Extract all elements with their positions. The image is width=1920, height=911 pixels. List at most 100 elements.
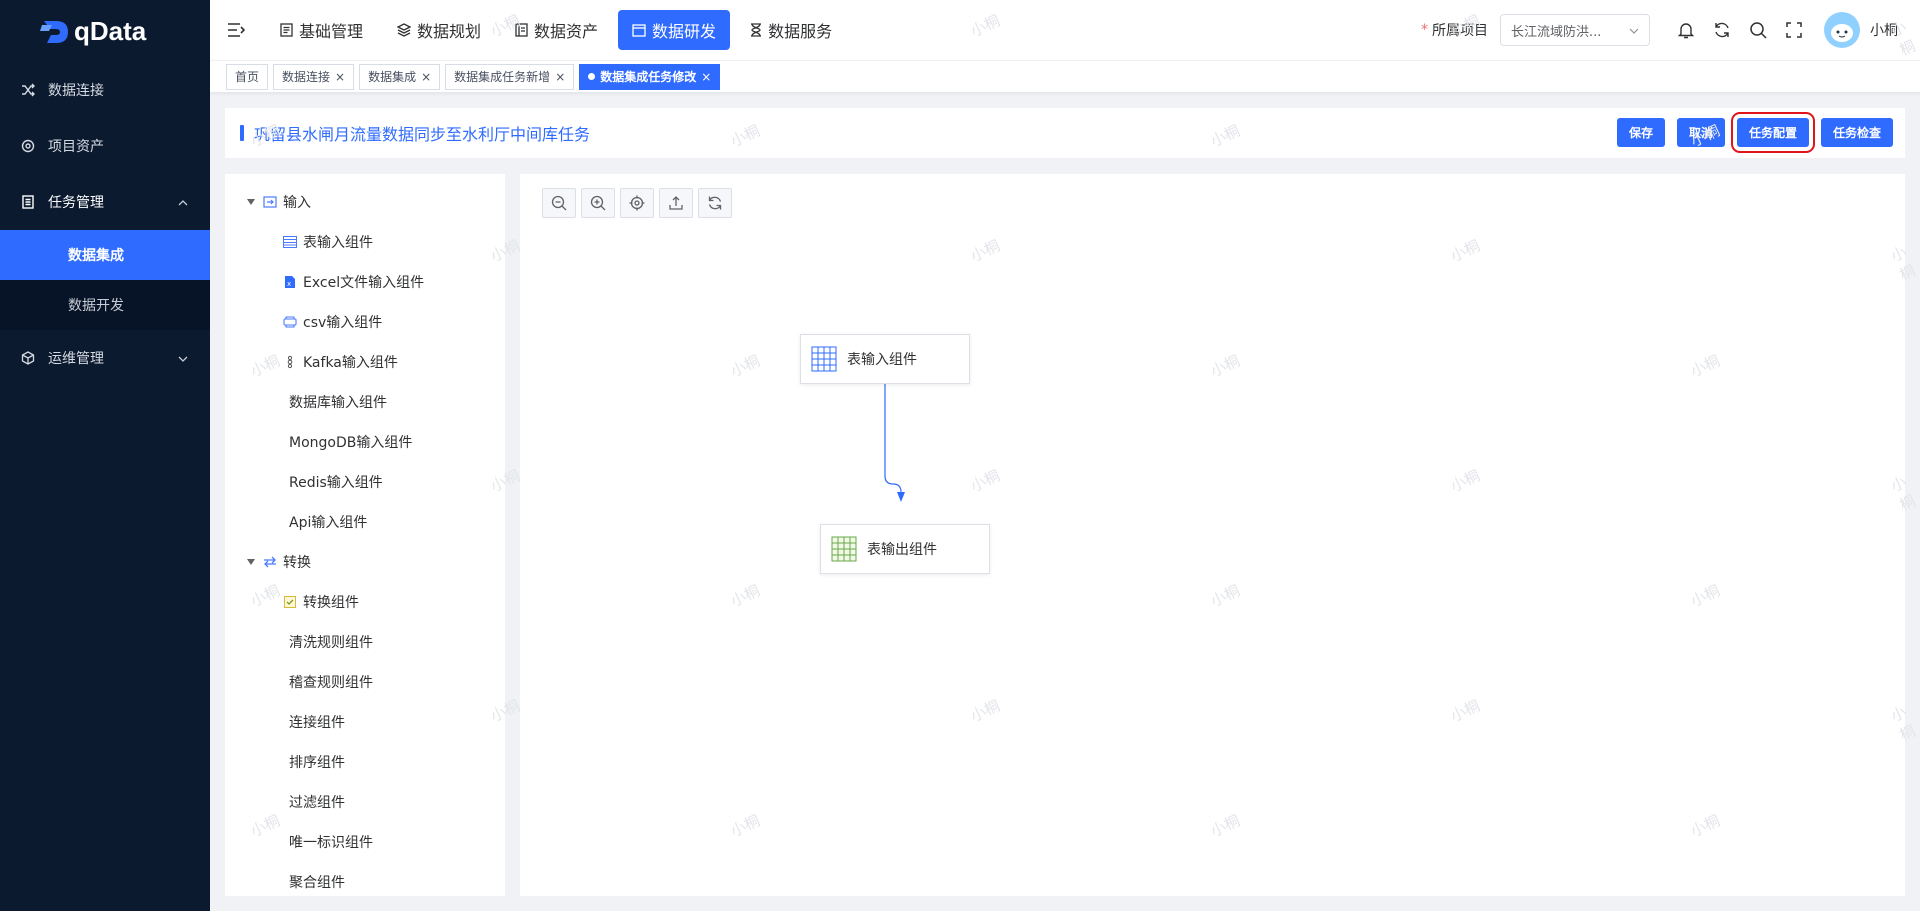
nav-tab-label: 数据研发 xyxy=(652,22,717,41)
tag-task-edit[interactable]: 数据集成任务修改 × xyxy=(579,63,721,90)
close-icon[interactable]: × xyxy=(701,70,711,84)
user-name[interactable]: 小桐 xyxy=(1870,20,1898,40)
tree-item-label: 连接组件 xyxy=(289,715,345,731)
window-icon xyxy=(632,23,646,37)
tree-item-label: 转换组件 xyxy=(303,595,359,611)
tree-item-csv-input[interactable]: csv输入组件 xyxy=(225,302,505,342)
close-icon[interactable]: × xyxy=(555,70,565,84)
tree-item-api-input[interactable]: Api输入组件 xyxy=(225,502,505,542)
node-label: 表输出组件 xyxy=(867,542,937,558)
search-icon[interactable] xyxy=(1747,19,1769,41)
tags-view: 首页 数据连接 × 数据集成 × 数据集成任务新增 × 数据集成任务修改 × xyxy=(210,61,1920,93)
tree-item-label: 排序组件 xyxy=(289,755,345,771)
tree-item-convert[interactable]: 转换组件 xyxy=(225,582,505,622)
close-icon[interactable]: × xyxy=(335,70,345,84)
bell-icon[interactable] xyxy=(1675,19,1697,41)
tree-item-excel-input[interactable]: x Excel文件输入组件 xyxy=(225,262,505,302)
task-icon xyxy=(20,194,36,210)
sidebar-item-project-assets[interactable]: 项目资产 xyxy=(0,118,210,174)
nav-tab-data-planning[interactable]: 数据规划 xyxy=(383,10,495,50)
project-select-value: 长江流域防洪... xyxy=(1511,24,1602,40)
tree-group-transform[interactable]: 转换 xyxy=(225,542,505,582)
tree-item-label: Kafka输入组件 xyxy=(303,355,398,371)
flow-canvas[interactable]: 表输入组件 表输出组件 xyxy=(520,174,1905,896)
node-table-output[interactable]: 表输出组件 xyxy=(820,524,990,574)
convert-icon xyxy=(283,595,297,609)
tag-label: 首页 xyxy=(235,70,260,84)
cancel-button[interactable]: 取消 xyxy=(1676,118,1725,147)
tag-label: 数据集成 xyxy=(368,70,417,84)
tag-label: 数据连接 xyxy=(282,70,331,84)
menu-toggle-icon[interactable] xyxy=(226,20,246,40)
component-tree: 输入 表输入组件 x Excel文件输入组件 csv输入组件 Kafka输入组件… xyxy=(225,174,505,896)
tag-task-add[interactable]: 数据集成任务新增 × xyxy=(445,63,575,90)
nav-tab-data-assets[interactable]: 数据资产 xyxy=(501,10,612,50)
nav-tab-data-rd[interactable]: 数据研发 xyxy=(618,10,731,50)
task-title-bar: 巩留县水闸月流量数据同步至水利厅中间库任务 保存 取消 任务配置 任务检查 xyxy=(225,108,1905,158)
sidebar-item-label: 任务管理 xyxy=(48,195,104,211)
shuffle-icon xyxy=(20,82,36,98)
node-table-input[interactable]: 表输入组件 xyxy=(800,334,970,384)
app-logo[interactable]: qData xyxy=(0,0,210,62)
active-dot-icon xyxy=(588,73,596,80)
table-icon xyxy=(283,235,297,249)
task-config-button[interactable]: 任务配置 xyxy=(1730,112,1815,153)
tree-item-label: 清洗规则组件 xyxy=(289,635,373,651)
logo-text: qData xyxy=(74,15,147,46)
sidebar-item-data-development[interactable]: 数据开发 xyxy=(0,280,210,330)
tree-item-sort[interactable]: 排序组件 xyxy=(225,742,505,782)
sidebar-item-task-management[interactable]: 任务管理 xyxy=(0,174,210,230)
nav-tab-label: 基础管理 xyxy=(299,22,364,41)
tree-item-mongodb-input[interactable]: MongoDB输入组件 xyxy=(225,422,505,462)
tag-data-integration[interactable]: 数据集成 × xyxy=(359,63,441,90)
fullscreen-icon[interactable] xyxy=(1783,19,1805,41)
chevron-down-icon xyxy=(1629,23,1639,38)
submenu-task-management: 数据集成 数据开发 xyxy=(0,230,210,330)
top-navbar: 基础管理 数据规划 数据资产 数据研发 数据服务 * 所属项目 长江流域防洪..… xyxy=(210,0,1920,60)
tree-item-label: Excel文件输入组件 xyxy=(303,275,425,291)
sidebar-item-data-integration[interactable]: 数据集成 xyxy=(0,230,210,280)
refresh-icon[interactable] xyxy=(1711,19,1733,41)
tree-group-label: 转换 xyxy=(283,555,311,571)
sidebar-item-data-connection[interactable]: 数据连接 xyxy=(0,62,210,118)
tree-item-label: 数据库输入组件 xyxy=(289,395,387,411)
required-mark: * xyxy=(1421,22,1428,38)
nav-tab-label: 数据规划 xyxy=(417,22,482,41)
tree-item-label: 过滤组件 xyxy=(289,795,345,811)
cube-icon xyxy=(20,350,36,366)
tree-item-table-input[interactable]: 表输入组件 xyxy=(225,222,505,262)
close-icon[interactable]: × xyxy=(421,70,431,84)
page-title: 巩留县水闸月流量数据同步至水利厅中间库任务 xyxy=(254,125,591,144)
tree-group-label: 输入 xyxy=(283,195,311,211)
caret-down-icon[interactable] xyxy=(247,559,255,565)
task-check-button[interactable]: 任务检查 xyxy=(1820,118,1893,147)
tree-item-aggregate[interactable]: 聚合组件 xyxy=(225,862,505,896)
project-label: 所属项目 xyxy=(1432,23,1488,39)
tree-item-label: Redis输入组件 xyxy=(289,475,383,491)
flow-edge[interactable] xyxy=(520,174,1905,896)
nav-tab-data-service[interactable]: 数据服务 xyxy=(736,10,846,50)
tree-item-database-input[interactable]: 数据库输入组件 xyxy=(225,382,505,422)
tree-item-filter[interactable]: 过滤组件 xyxy=(225,782,505,822)
tree-item-kafka-input[interactable]: Kafka输入组件 xyxy=(225,342,505,382)
tree-item-join[interactable]: 连接组件 xyxy=(225,702,505,742)
tree-item-label: csv输入组件 xyxy=(303,315,383,331)
caret-down-icon[interactable] xyxy=(247,199,255,205)
tree-item-redis-input[interactable]: Redis输入组件 xyxy=(225,462,505,502)
tree-group-input[interactable]: 输入 xyxy=(225,182,505,222)
chevron-down-icon xyxy=(178,350,188,366)
avatar[interactable] xyxy=(1824,12,1860,48)
tree-item-cleaning-rules[interactable]: 清洗规则组件 xyxy=(225,622,505,662)
tag-data-connection[interactable]: 数据连接 × xyxy=(273,63,355,90)
nav-tab-basic-management[interactable]: 基础管理 xyxy=(266,10,377,50)
asset-icon xyxy=(20,138,36,154)
tree-item-audit-rules[interactable]: 稽查规则组件 xyxy=(225,662,505,702)
tree-item-label: 聚合组件 xyxy=(289,875,345,891)
project-select[interactable]: 长江流域防洪... xyxy=(1500,14,1650,46)
csv-icon xyxy=(283,315,297,329)
tree-item-unique-id[interactable]: 唯一标识组件 xyxy=(225,822,505,862)
input-icon xyxy=(263,196,277,208)
tag-home[interactable]: 首页 xyxy=(226,63,269,90)
save-button[interactable]: 保存 xyxy=(1616,118,1665,147)
sidebar-item-ops-management[interactable]: 运维管理 xyxy=(0,330,210,386)
